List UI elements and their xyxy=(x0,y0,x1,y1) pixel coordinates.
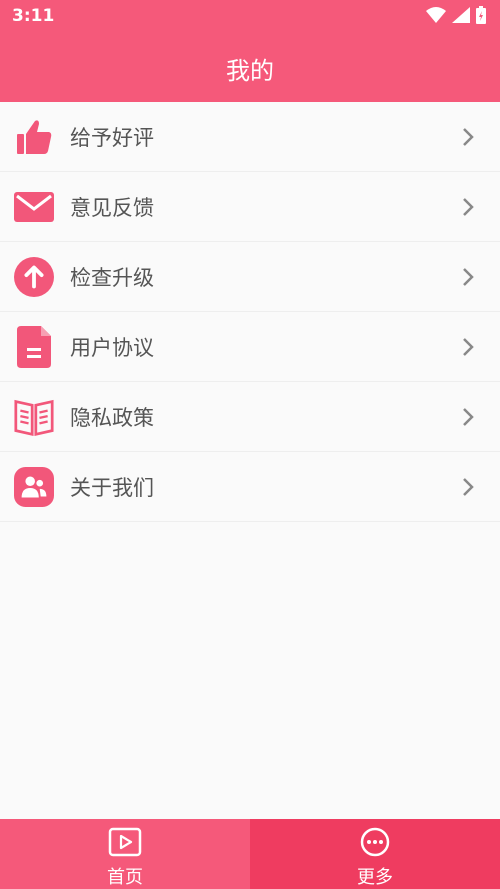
chevron-right-icon xyxy=(463,408,474,426)
menu-item-label: 意见反馈 xyxy=(70,195,154,220)
signal-icon xyxy=(452,7,470,23)
menu-item-rate[interactable]: 给予好评 xyxy=(0,102,500,172)
upgrade-arrow-icon xyxy=(14,257,54,297)
menu-item-user-agreement[interactable]: 用户协议 xyxy=(0,312,500,382)
menu-list: 给予好评 意见反馈 检查升级 用户协议 隐私政策 关于我们 xyxy=(0,102,500,522)
people-icon xyxy=(14,467,54,507)
menu-item-privacy-policy[interactable]: 隐私政策 xyxy=(0,382,500,452)
chevron-right-icon xyxy=(463,198,474,216)
menu-item-upgrade[interactable]: 检查升级 xyxy=(0,242,500,312)
chevron-right-icon xyxy=(463,338,474,356)
bottom-tab-bar: 首页 更多 xyxy=(0,819,500,889)
chevron-right-icon xyxy=(463,478,474,496)
status-time: 3:11 xyxy=(12,6,55,26)
menu-item-feedback[interactable]: 意见反馈 xyxy=(0,172,500,242)
wifi-icon xyxy=(426,7,446,23)
menu-item-label: 给予好评 xyxy=(70,125,154,150)
more-dots-icon xyxy=(360,827,390,857)
book-icon xyxy=(14,397,54,437)
menu-item-label: 检查升级 xyxy=(70,265,154,290)
tab-label: 更多 xyxy=(357,867,393,888)
tab-home[interactable]: 首页 xyxy=(0,819,250,889)
mail-icon xyxy=(14,187,54,227)
app-bar: 我的 xyxy=(0,34,500,102)
thumbs-up-icon xyxy=(14,117,54,157)
chevron-right-icon xyxy=(463,268,474,286)
status-bar: 3:11 xyxy=(0,0,500,34)
status-icons xyxy=(426,6,486,24)
chevron-right-icon xyxy=(463,128,474,146)
battery-icon xyxy=(476,6,486,24)
menu-item-label: 关于我们 xyxy=(70,475,154,500)
page-title: 我的 xyxy=(226,56,274,85)
menu-item-label: 隐私政策 xyxy=(70,405,154,430)
tab-label: 首页 xyxy=(107,867,143,888)
tab-more[interactable]: 更多 xyxy=(250,819,500,889)
menu-item-label: 用户协议 xyxy=(70,335,154,360)
menu-item-about-us[interactable]: 关于我们 xyxy=(0,452,500,522)
play-video-icon xyxy=(108,827,142,857)
document-icon xyxy=(14,326,54,368)
